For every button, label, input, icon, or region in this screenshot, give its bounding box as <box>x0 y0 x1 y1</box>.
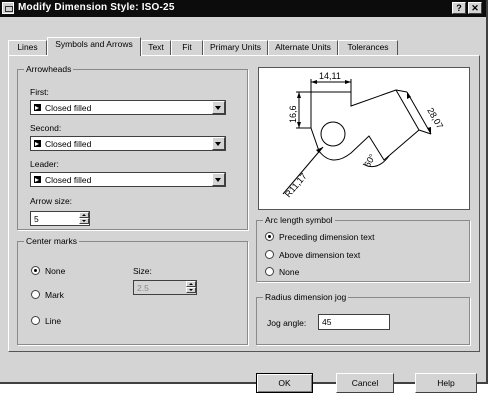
tab-primary-units[interactable]: Primary Units <box>203 40 268 55</box>
dim-text-left: 16,6 <box>288 105 298 123</box>
arc-none-radio[interactable] <box>265 267 274 276</box>
preview-drawing: 14,11 16,6 28,07 60° R11,17 <box>282 71 445 199</box>
second-label: Second: <box>30 123 62 133</box>
center-marks-legend: Center marks <box>24 236 80 246</box>
first-label: First: <box>30 87 49 97</box>
center-none-label: None <box>45 266 66 276</box>
size-label: Size: <box>133 266 152 276</box>
first-arrowhead-value: Closed filled <box>45 103 92 113</box>
center-line-radio[interactable] <box>31 316 40 325</box>
chevron-down-icon[interactable] <box>212 101 225 114</box>
jog-angle-input[interactable]: 45 <box>318 314 390 330</box>
closed-filled-arrow-icon <box>34 104 41 111</box>
tab-symbols-and-arrows[interactable]: Symbols and Arrows <box>47 37 141 56</box>
jog-angle-label: Jog angle: <box>267 318 307 328</box>
arrow-size-spinner[interactable]: 5 <box>30 211 90 226</box>
arrow-size-value: 5 <box>34 214 39 224</box>
title-bar: Modify Dimension Style: ISO-25 ? ✕ <box>0 0 486 17</box>
arc-length-legend: Arc length symbol <box>263 215 335 225</box>
close-button[interactable]: ✕ <box>468 2 482 14</box>
arc-preceding-radio[interactable] <box>265 232 274 241</box>
second-arrowhead-select[interactable]: Closed filled <box>30 136 226 151</box>
center-mark-size-spinner[interactable]: 2.5 <box>133 280 197 295</box>
spin-down-icon[interactable] <box>186 287 196 293</box>
cancel-button[interactable]: Cancel <box>336 373 394 393</box>
chevron-down-icon[interactable] <box>212 173 225 186</box>
center-mark-size-value: 2.5 <box>137 283 149 293</box>
center-mark-label: Mark <box>45 290 64 300</box>
arc-none-label: None <box>279 267 300 277</box>
tab-alternate-units[interactable]: Alternate Units <box>268 40 338 55</box>
arc-above-radio[interactable] <box>265 250 274 259</box>
tab-lines[interactable]: Lines <box>8 40 47 55</box>
leader-arrowhead-value: Closed filled <box>45 175 92 185</box>
dim-text-radius: R11,17 <box>283 171 309 199</box>
radius-jog-group: Radius dimension jog Jog angle: 45 <box>256 292 470 345</box>
dimension-preview: 14,11 16,6 28,07 60° R11,17 <box>258 67 470 210</box>
chevron-down-icon[interactable] <box>212 137 225 150</box>
dim-text-right: 28,07 <box>425 106 445 131</box>
app-icon <box>2 2 14 14</box>
dim-text-top: 14,11 <box>319 71 341 81</box>
arrow-size-label: Arrow size: <box>30 196 73 206</box>
arc-length-group: Arc length symbol Preceding dimension te… <box>256 215 470 282</box>
radius-jog-legend: Radius dimension jog <box>263 292 349 302</box>
tab-text[interactable]: Text <box>141 40 171 55</box>
part-outline <box>310 89 420 161</box>
dialog-window: Modify Dimension Style: ISO-25 ? ✕ Lines… <box>0 0 488 393</box>
part-hole <box>320 121 346 147</box>
center-mark-radio[interactable] <box>31 290 40 299</box>
closed-filled-arrow-icon <box>34 140 41 147</box>
closed-filled-arrow-icon <box>34 176 41 183</box>
help-title-button[interactable]: ? <box>452 2 466 14</box>
help-button[interactable]: Help <box>415 373 477 393</box>
first-arrowhead-select[interactable]: Closed filled <box>30 100 226 115</box>
arrowheads-group: Arrowheads First: Closed filled Second: … <box>17 64 248 230</box>
leader-arrowhead-select[interactable]: Closed filled <box>30 172 226 187</box>
tab-fit[interactable]: Fit <box>171 40 203 55</box>
second-arrowhead-value: Closed filled <box>45 139 92 149</box>
center-line-label: Line <box>45 316 62 326</box>
leader-label: Leader: <box>30 159 59 169</box>
arc-preceding-label: Preceding dimension text <box>279 232 375 242</box>
spin-down-icon[interactable] <box>79 218 89 224</box>
jog-angle-value: 45 <box>322 317 332 327</box>
arrowheads-legend: Arrowheads <box>24 64 74 74</box>
dialog-title: Modify Dimension Style: ISO-25 <box>18 2 175 13</box>
arc-above-label: Above dimension text <box>279 250 361 260</box>
ok-button[interactable]: OK <box>256 373 313 393</box>
tab-tolerances[interactable]: Tolerances <box>338 40 398 55</box>
center-marks-group: Center marks None Mark Line Size: 2.5 <box>17 236 248 345</box>
center-none-radio[interactable] <box>31 266 40 275</box>
